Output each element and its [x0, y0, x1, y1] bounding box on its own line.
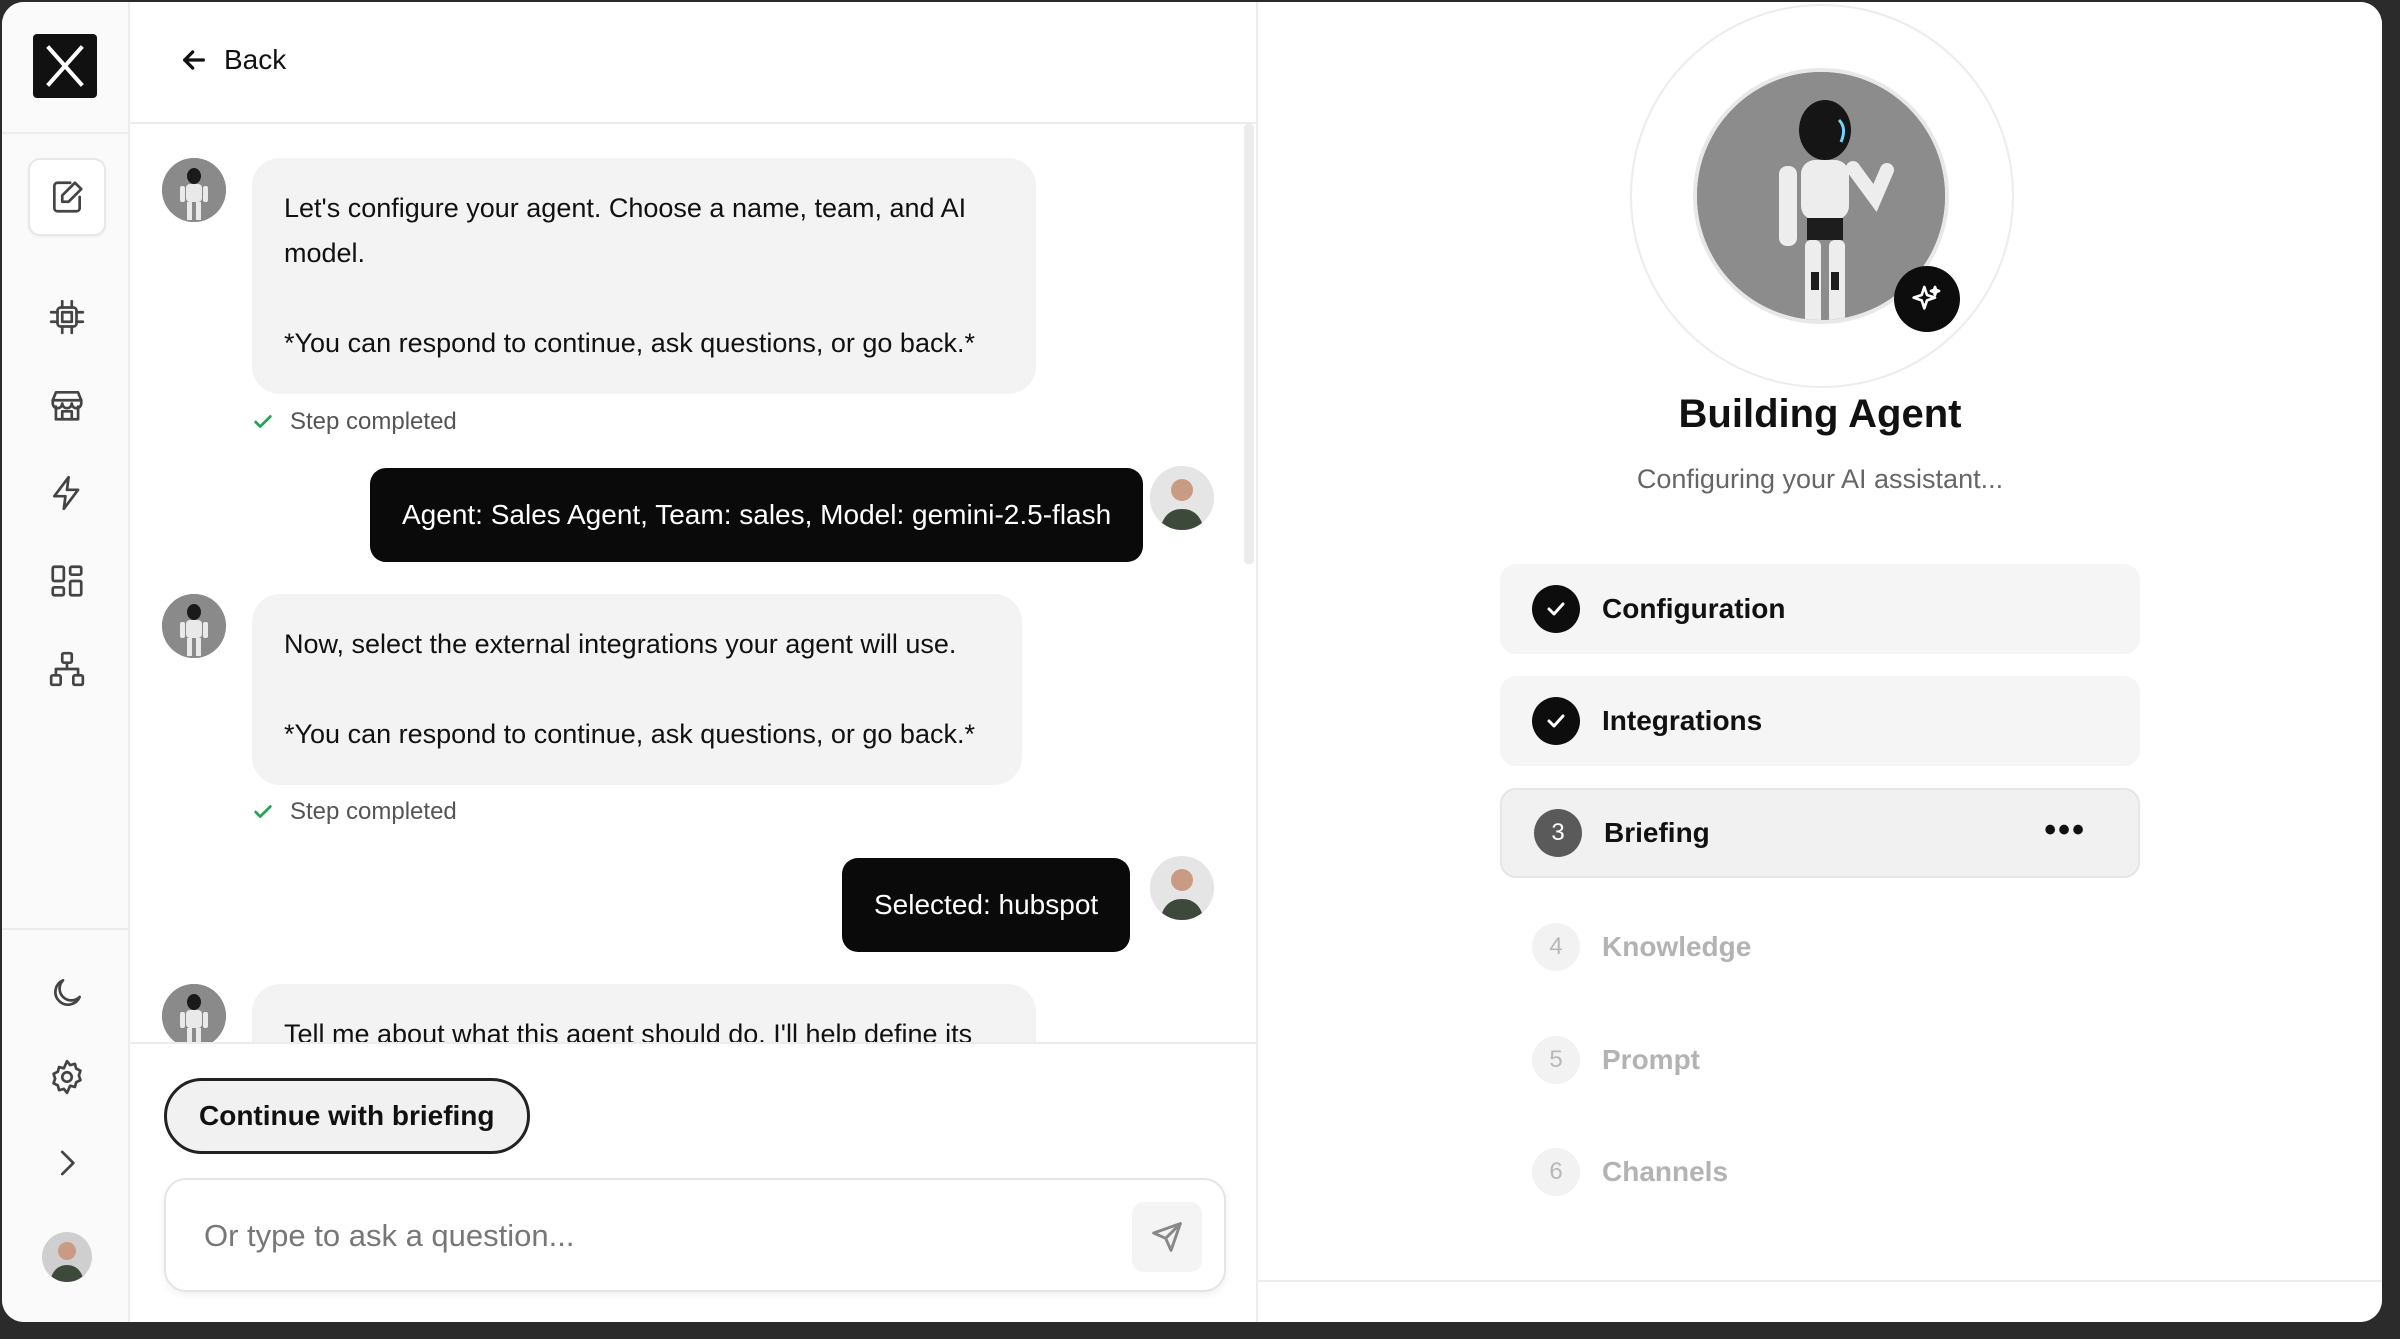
step-number: 5	[1532, 1036, 1580, 1084]
step-label: Knowledge	[1602, 931, 1752, 962]
edit-icon[interactable]	[28, 158, 106, 236]
chat-input-box	[164, 1178, 1226, 1292]
step-label: Configuration	[1602, 593, 1786, 624]
message-text: Tell me about what this agent should do.…	[284, 1019, 973, 1042]
step-label: Integrations	[1602, 705, 1763, 736]
continue-briefing-button[interactable]: Continue with briefing	[164, 1078, 530, 1154]
back-label: Back	[224, 44, 287, 75]
bot-avatar	[162, 158, 226, 222]
step-completed-status: Step completed	[252, 798, 457, 826]
user-message: Selected: hubspot	[842, 858, 1131, 952]
message-text: model.	[284, 238, 366, 268]
sparkle-icon[interactable]	[1894, 266, 1960, 332]
gear-icon[interactable]	[28, 1038, 106, 1116]
progress-panel: Building Agent Configuring your AI assis…	[1258, 2, 2382, 1322]
user-message: Agent: Sales Agent, Team: sales, Model: …	[370, 468, 1144, 562]
send-icon	[1152, 1222, 1182, 1252]
message-text: Let's configure your agent. Choose a nam…	[284, 193, 967, 223]
panel-title: Building Agent	[1678, 392, 1962, 436]
chip-icon[interactable]	[28, 278, 106, 356]
loading-dots-icon: •••	[2044, 811, 2086, 849]
sidebar-rail	[2, 2, 130, 1322]
rail-divider	[2, 928, 130, 930]
scrollbar[interactable]	[1244, 124, 1254, 564]
store-icon[interactable]	[28, 366, 106, 444]
check-icon	[1532, 585, 1580, 633]
user-avatar	[1150, 466, 1214, 530]
user-avatar[interactable]	[42, 1232, 92, 1282]
step-channels[interactable]: 6 Channels	[1500, 1127, 2140, 1217]
panel-subtitle: Configuring your AI assistant...	[1636, 464, 2004, 494]
step-prompt[interactable]: 5 Prompt	[1500, 1015, 2140, 1105]
moon-icon[interactable]	[28, 954, 106, 1032]
message-text: Agent: Sales Agent, Team: sales, Model: …	[402, 499, 1112, 530]
chat-header: Back	[130, 2, 1256, 124]
chevron-right-icon[interactable]	[28, 1124, 106, 1202]
arrow-left-icon	[183, 50, 205, 70]
lightning-icon[interactable]	[28, 454, 106, 532]
bot-message: Let's configure your agent. Choose a nam…	[252, 158, 1036, 394]
step-number: 3	[1534, 809, 1582, 857]
status-text: Step completed	[290, 798, 457, 825]
send-button[interactable]	[1132, 1202, 1202, 1272]
bot-avatar	[162, 984, 226, 1042]
message-list[interactable]: Let's configure your agent. Choose a nam…	[130, 124, 1256, 1042]
app-window: Back Let's configure your agent. Choose …	[2, 2, 2382, 1322]
bot-avatar	[162, 594, 226, 658]
message-text: Selected: hubspot	[874, 889, 1099, 920]
chat-panel: Back Let's configure your agent. Choose …	[130, 2, 1258, 1322]
step-knowledge[interactable]: 4 Knowledge	[1500, 902, 2140, 992]
message-text: Now, select the external integrations yo…	[284, 629, 957, 659]
grid-icon[interactable]	[28, 542, 106, 620]
bot-message: Now, select the external integrations yo…	[252, 594, 1022, 785]
hierarchy-icon[interactable]	[28, 630, 106, 708]
step-number: 4	[1532, 923, 1580, 971]
rail-divider	[2, 132, 130, 134]
check-icon	[1532, 697, 1580, 745]
step-integrations[interactable]: Integrations	[1500, 676, 2140, 766]
step-label: Prompt	[1602, 1044, 1700, 1075]
question-input[interactable]	[204, 1210, 1064, 1262]
bot-message: Tell me about what this agent should do.…	[252, 984, 1036, 1042]
step-label: Briefing	[1604, 817, 1710, 848]
x-logo-icon[interactable]	[33, 34, 97, 98]
chat-footer: Continue with briefing	[130, 1042, 1256, 1322]
status-text: Step completed	[290, 408, 457, 435]
step-number: 6	[1532, 1148, 1580, 1196]
check-icon	[254, 805, 272, 818]
step-configuration[interactable]: Configuration	[1500, 564, 2140, 654]
back-button[interactable]: Back	[178, 44, 286, 76]
step-label: Channels	[1602, 1156, 1729, 1187]
panel-divider	[1258, 1280, 2382, 1282]
check-icon	[254, 415, 272, 428]
message-note: *You can respond to continue, ask questi…	[284, 328, 975, 358]
step-completed-status: Step completed	[252, 408, 457, 436]
user-avatar	[1150, 856, 1214, 920]
message-note: *You can respond to continue, ask questi…	[284, 719, 975, 749]
step-briefing[interactable]: 3 Briefing •••	[1500, 788, 2140, 878]
